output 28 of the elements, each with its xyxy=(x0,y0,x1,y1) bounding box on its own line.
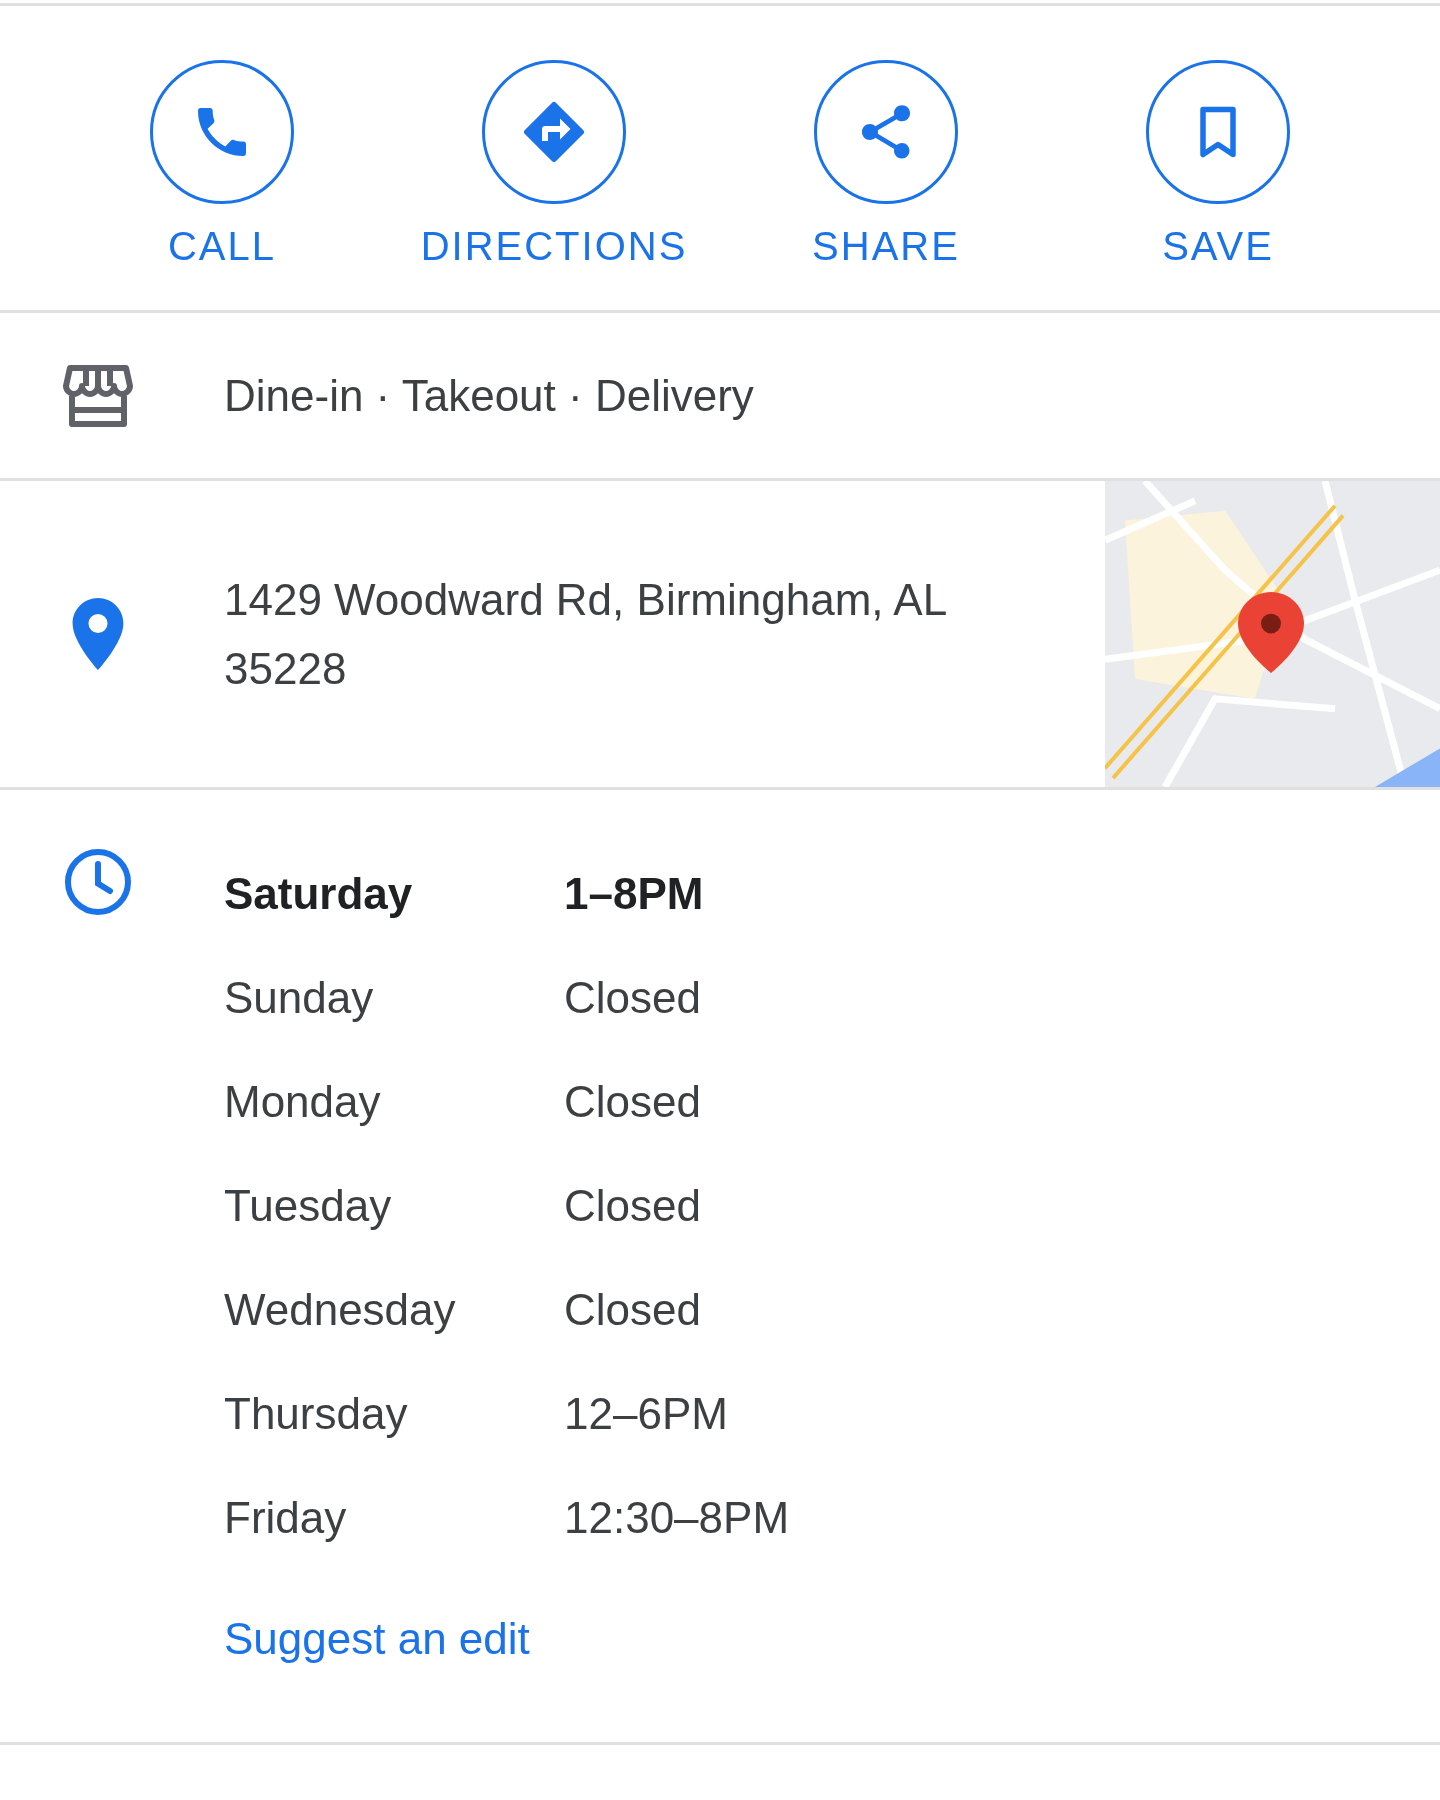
action-button[interactable] xyxy=(482,60,626,204)
action-button[interactable] xyxy=(814,60,958,204)
location-pin-icon xyxy=(72,598,124,670)
opening-hours: 1–8PM xyxy=(564,868,704,920)
day-name: Friday xyxy=(224,1492,348,1544)
suggest-edit-link[interactable]: Suggest an edit xyxy=(224,1614,530,1663)
clock-icon xyxy=(62,846,134,918)
opening-hours: Closed xyxy=(564,1180,701,1232)
action-button[interactable] xyxy=(1146,60,1290,204)
service-options-text: Dine-in · Takeout · Delivery xyxy=(224,369,754,422)
opening-hours: Closed xyxy=(564,1284,701,1336)
opening-hours: 12–6PM xyxy=(564,1388,728,1440)
opening-hours: 12:30–8PM xyxy=(564,1492,790,1544)
day-name: Saturday xyxy=(224,868,414,920)
opening-hours: Closed xyxy=(564,972,701,1024)
opening-hours: Closed xyxy=(564,1076,701,1128)
action-button[interactable] xyxy=(150,60,294,204)
day-name: Monday xyxy=(224,1076,382,1128)
day-name: Sunday xyxy=(224,972,375,1024)
action-label[interactable]: SAVE xyxy=(1162,226,1274,266)
address-text: 1429 Woodward Rd, Birmingham, AL 35228 xyxy=(224,574,947,695)
day-name: Wednesday xyxy=(224,1284,457,1336)
action-label[interactable]: DIRECTIONS xyxy=(420,226,688,266)
day-name: Tuesday xyxy=(224,1180,393,1232)
action-label[interactable]: CALL xyxy=(167,226,277,266)
action-label[interactable]: SHARE xyxy=(812,226,960,266)
storefront-icon xyxy=(62,363,134,428)
day-name: Thursday xyxy=(224,1388,409,1440)
